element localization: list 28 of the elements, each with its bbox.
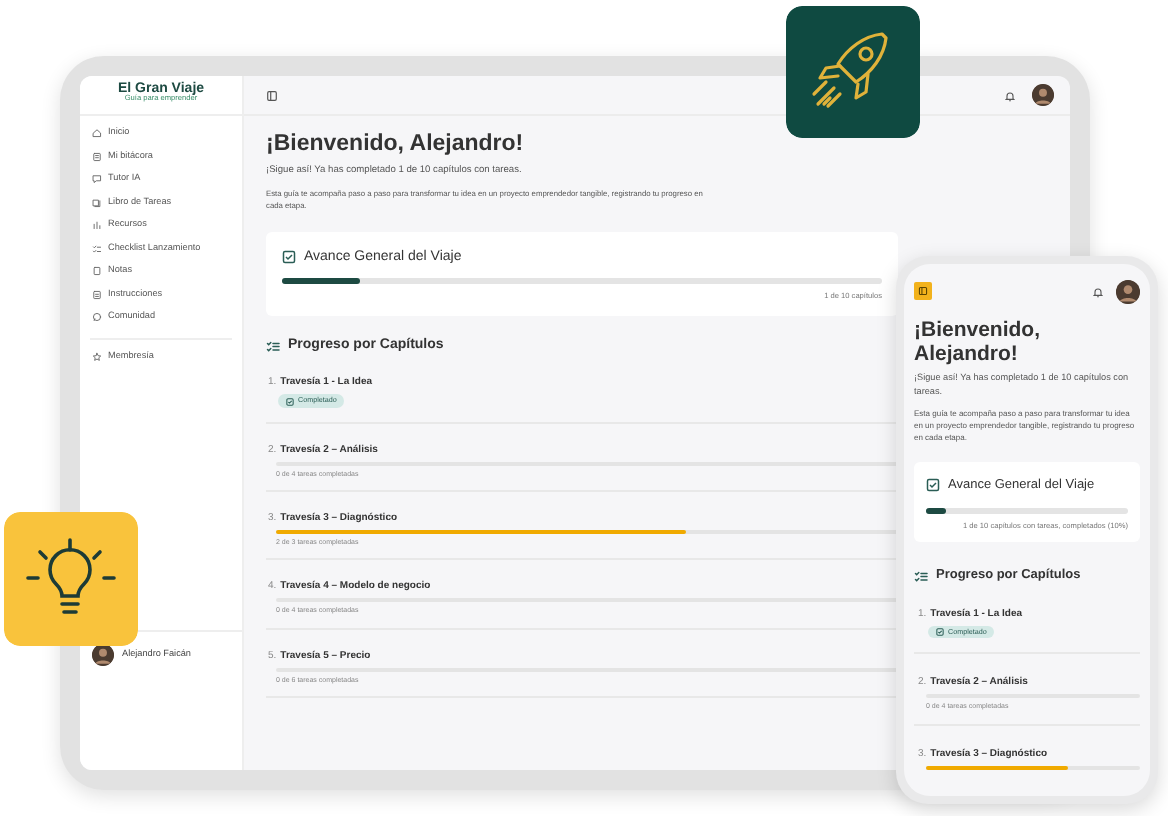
check-icon bbox=[936, 628, 944, 637]
user-avatar[interactable] bbox=[1116, 279, 1140, 303]
check-icon bbox=[286, 397, 294, 406]
sidebar-toggle-icon bbox=[918, 286, 928, 296]
star-icon bbox=[92, 351, 102, 362]
books-icon bbox=[92, 197, 102, 208]
chat-bubble-icon bbox=[92, 312, 102, 323]
book-icon bbox=[92, 151, 102, 162]
sidebar-toggle[interactable] bbox=[914, 282, 932, 300]
user-avatar[interactable] bbox=[1032, 84, 1054, 106]
rocket-tile bbox=[786, 6, 920, 138]
home-icon bbox=[92, 128, 102, 139]
welcome-heading: ¡Bienvenido, Alejandro! bbox=[914, 318, 1043, 367]
checklist-icon bbox=[266, 339, 280, 354]
welcome-heading: ¡Bienvenido, Alejandro! bbox=[266, 132, 526, 160]
lightbulb-tile bbox=[4, 512, 138, 646]
checkbox-icon bbox=[282, 250, 296, 265]
bar-chart-icon bbox=[92, 220, 102, 231]
checkbox-icon bbox=[926, 478, 940, 493]
document-icon bbox=[92, 289, 102, 300]
bell-icon[interactable] bbox=[1004, 89, 1016, 101]
checklist-icon bbox=[914, 569, 928, 584]
sidebar-toggle-icon[interactable] bbox=[266, 89, 278, 101]
user-avatar[interactable] bbox=[92, 644, 114, 666]
bell-icon[interactable] bbox=[1092, 285, 1104, 297]
chat-icon bbox=[92, 174, 102, 185]
checklist-icon bbox=[92, 243, 102, 254]
note-icon bbox=[92, 266, 102, 277]
